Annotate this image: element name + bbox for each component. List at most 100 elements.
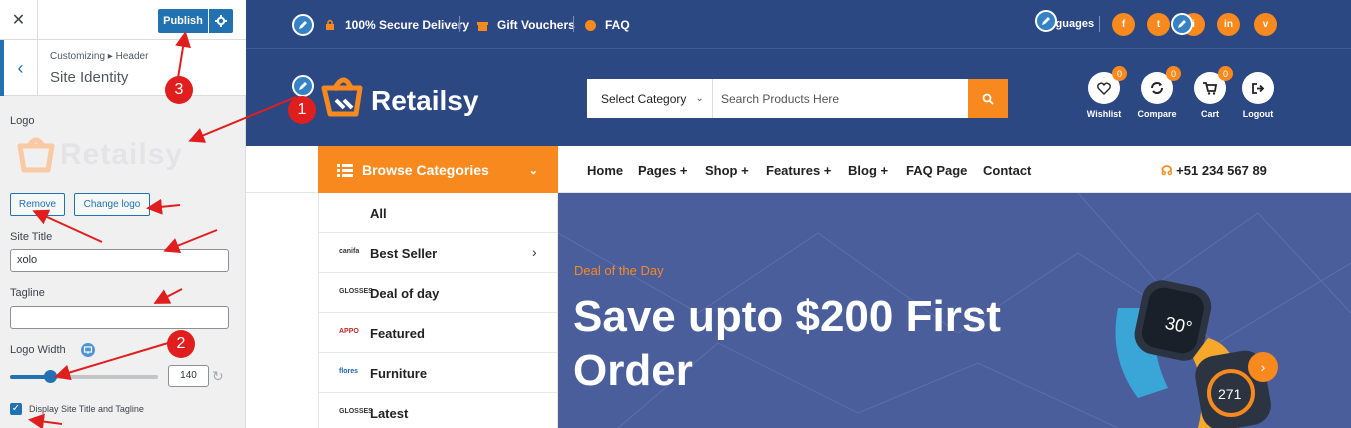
chevron-down-icon: ⌄ [528,164,538,177]
wishlist-count-badge: 0 [1112,66,1127,81]
section-title: Site Identity [50,69,129,86]
display-title-label: Display Site Title and Tagline [29,404,144,414]
edit-shortcut-icon[interactable] [1035,10,1057,32]
logo-width-input[interactable]: 140 [168,365,209,387]
hero-banner: Deal of the Day Save upto $200 First Ord… [558,193,1351,428]
edit-shortcut-icon[interactable] [292,75,314,97]
customizer-panel: ✕ Publish ‹ Customizing ▸ Header Site Id… [0,0,246,428]
linkedin-icon[interactable]: in [1217,13,1240,36]
category-select[interactable]: Select Category ⌄ [587,79,713,118]
close-icon[interactable]: ✕ [0,0,38,40]
publish-button[interactable]: Publish [158,9,208,33]
nav-shop[interactable]: Shop + [705,163,749,178]
annotation-badge-2: 2 [167,330,195,358]
slider-next-button[interactable]: › [1248,352,1278,382]
annotation-badge-1: 1 [288,96,316,124]
category-item[interactable]: APPO Featured [319,313,558,353]
display-title-checkbox[interactable]: ✓ [10,403,22,415]
top-bar: 100% Secure Delivery Gift Vouchers FAQ L… [246,0,1351,49]
category-logo: canifa [339,248,360,255]
watch-steps: 271 [1218,386,1242,402]
logo-preview: Retailsy [12,134,192,180]
refresh-icon [1151,82,1163,94]
cart-count-badge: 0 [1218,66,1233,81]
browse-categories-label: Browse Categories [362,162,489,178]
gear-icon[interactable] [209,9,233,33]
phone-number-text: +51 234 567 89 [1176,163,1267,178]
category-select-value: Select Category [601,91,687,106]
breadcrumb: Customizing ▸ Header [50,51,149,62]
section-header: ‹ Customizing ▸ Header Site Identity [0,40,246,96]
category-name: Featured [370,326,425,341]
nav-pages[interactable]: Pages + [638,163,688,178]
gift-vouchers-link[interactable]: Gift Vouchers [497,18,575,32]
category-logo: flores [339,368,359,375]
category-logo: GLOSSES [339,288,373,295]
facebook-icon[interactable]: f [1112,13,1135,36]
site-preview: 100% Secure Delivery Gift Vouchers FAQ L… [246,0,1351,428]
search-icon [982,93,994,105]
site-title-label: Site Title [10,231,53,243]
tagline-label: Tagline [10,287,45,299]
category-name: Latest [370,406,409,421]
annotation-badge-3: 3 [165,76,193,104]
category-item[interactable]: All [319,193,558,233]
nav-contact[interactable]: Contact [983,163,1031,178]
category-item[interactable]: GLOSSES Deal of day [319,273,558,313]
category-item[interactable]: GLOSSES Latest [319,393,558,428]
search-input[interactable]: Search Products Here [713,79,968,118]
category-logo: GLOSSES [339,408,373,415]
compare-count-badge: 0 [1166,66,1181,81]
remove-logo-button[interactable]: Remove [10,193,65,216]
question-icon [585,18,596,31]
divider [1099,16,1100,32]
gift-icon [477,18,488,31]
faq-link[interactable]: FAQ [605,18,630,32]
site-brand-name[interactable]: Retailsy [371,85,478,117]
compare-label: Compare [1137,109,1177,119]
list-icon [337,163,353,177]
cart-icon [1203,81,1217,95]
category-item[interactable]: flores Furniture [319,353,558,393]
site-logo[interactable] [318,74,370,120]
vimeo-icon[interactable]: v [1254,13,1277,36]
search-button[interactable] [968,79,1008,118]
headset-icon: ☊ [1161,163,1173,178]
tagline-input[interactable] [10,306,229,329]
heart-icon [1097,82,1111,95]
back-chevron-icon[interactable]: ‹ [0,40,38,96]
nav-faq-page[interactable]: FAQ Page [906,163,967,178]
phone-number[interactable]: ☊ +51 234 567 89 [1161,163,1267,179]
secure-delivery-link[interactable]: 100% Secure Delivery [345,18,469,32]
edit-shortcut-icon[interactable] [1171,13,1193,35]
nav-features[interactable]: Features + [766,163,831,178]
category-logo: APPO [339,328,359,335]
category-name: All [370,206,387,221]
browse-categories-button[interactable]: Browse Categories ⌄ [318,146,558,194]
reset-icon[interactable]: ↻ [212,368,224,385]
hero-headline: Save upto $200 First Order [573,292,1001,395]
logo-text: Retailsy [60,138,184,171]
wishlist-label: Wishlist [1086,109,1122,119]
category-item[interactable]: canifa Best Seller › [319,233,558,273]
category-name: Furniture [370,366,428,381]
logout-icon [1251,82,1264,94]
chevron-down-icon: ⌄ [695,93,704,104]
logo-width-slider-handle[interactable] [43,370,57,383]
customizer-topbar: ✕ Publish [0,0,246,40]
site-title-input[interactable]: xolo [10,249,229,272]
twitter-icon[interactable]: t [1147,13,1170,36]
change-logo-button[interactable]: Change logo [74,193,150,216]
logo-width-label: Logo Width [10,344,66,356]
deal-of-day-label: Deal of the Day [574,263,664,278]
responsive-icon[interactable] [81,343,95,357]
lock-icon [325,18,335,30]
divider [459,16,460,32]
category-list: All canifa Best Seller › GLOSSES Deal of… [318,193,558,428]
logout-label: Logout [1242,109,1274,119]
nav-home[interactable]: Home [587,163,623,178]
edit-shortcut-icon[interactable] [292,14,314,36]
logout-button[interactable] [1242,72,1274,104]
chevron-right-icon: › [532,244,537,260]
nav-blog[interactable]: Blog + [848,163,888,178]
